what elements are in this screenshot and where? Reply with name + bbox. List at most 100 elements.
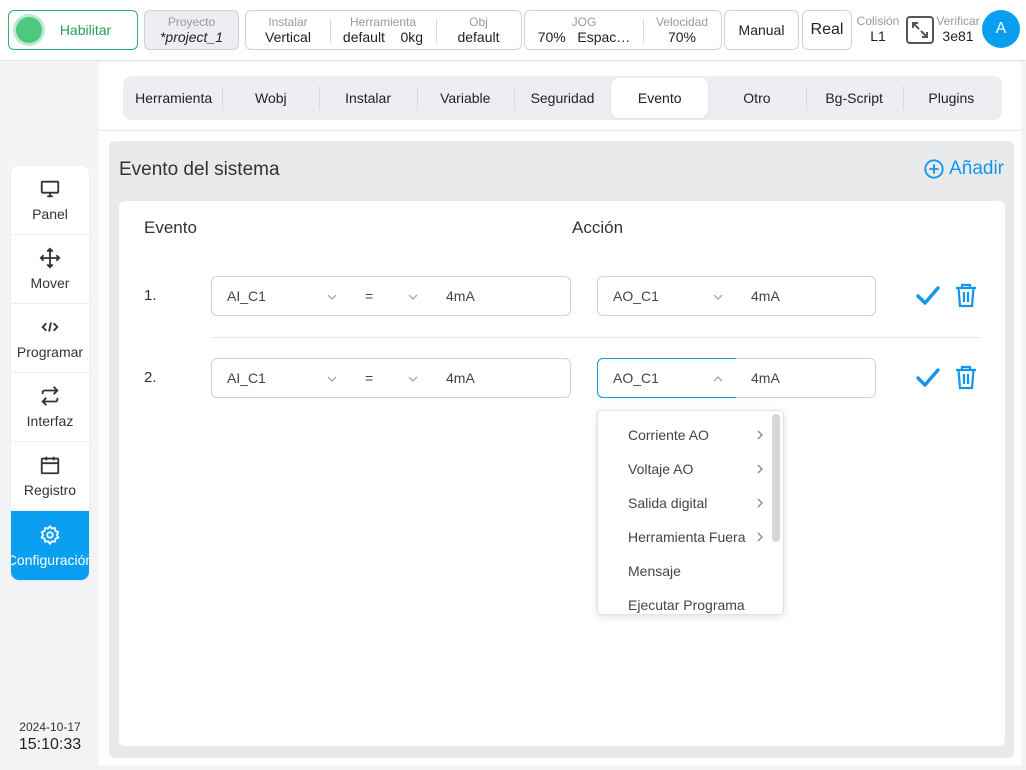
verify-caption: Verificar (936, 14, 980, 28)
tool-value: default 0kg (342, 29, 424, 45)
collision-indicator[interactable]: Colisión L1 (855, 14, 901, 45)
tab-herramienta[interactable]: Herramienta (125, 76, 222, 120)
chevron-down-icon (713, 294, 723, 300)
obj-cell[interactable]: Obj default (436, 11, 521, 49)
tab-otro[interactable]: Otro (708, 76, 805, 120)
event-source-select[interactable]: AI_C1 (211, 276, 351, 316)
speed-cell[interactable]: Velocidad 70% (643, 11, 721, 49)
delete-trash-icon[interactable] (953, 364, 979, 390)
operator-value: = (365, 370, 374, 386)
tab-variable[interactable]: Variable (416, 76, 514, 120)
jog-speed-group[interactable]: JOG 70% Espac… Velocidad 70% (524, 10, 722, 50)
chevron-down-icon (408, 376, 418, 382)
user-avatar[interactable]: A (982, 10, 1020, 48)
speed-value: 70% (667, 29, 697, 45)
project-caption: Proyecto (167, 15, 216, 29)
nav-item-interfaz[interactable]: Interfaz (11, 373, 89, 442)
project-selector[interactable]: Proyecto *project_1 (144, 10, 239, 50)
verify-value: 3e81 (942, 28, 974, 44)
nav-item-mover[interactable]: Mover (11, 235, 89, 304)
row-divider (211, 337, 980, 338)
dropdown-item-mensaje[interactable]: Mensaje (598, 554, 770, 588)
action-target-select[interactable]: AO_C1 (597, 276, 737, 316)
install-caption: Instalar (268, 15, 308, 29)
operator-select[interactable]: = (350, 276, 432, 316)
event-value-input[interactable]: 4mA (431, 358, 571, 398)
collision-value: L1 (870, 28, 886, 44)
tab-bg-script[interactable]: Bg-Script (805, 76, 903, 120)
add-event-button[interactable]: Añadir (923, 158, 1004, 180)
move-arrows-icon (39, 247, 61, 269)
jog-cell[interactable]: JOG 70% Espac… (525, 11, 643, 49)
dropdown-item-label: Ejecutar Programa (628, 597, 745, 613)
action-target-select-open[interactable]: AO_C1 (597, 358, 737, 398)
dropdown-item-voltaje-ao[interactable]: Voltaje AO (598, 452, 770, 486)
nav-label-registro: Registro (23, 482, 77, 498)
nav-item-configuracion[interactable]: Configuración (11, 511, 89, 580)
project-name: *project_1 (159, 29, 224, 45)
tab-evento[interactable]: Evento (611, 78, 709, 118)
jog-value: 70% Espac… (537, 29, 631, 45)
delete-trash-icon[interactable] (953, 282, 979, 308)
settings-tabs: Herramienta Wobj Instalar Variable Segur… (123, 76, 1002, 120)
event-source-select[interactable]: AI_C1 (211, 358, 351, 398)
current-time: 15:10:33 (18, 736, 82, 753)
nav-item-programar[interactable]: Programar (11, 304, 89, 373)
operator-value: = (365, 288, 374, 304)
event-value-input[interactable]: 4mA (431, 276, 571, 316)
dropdown-item-label: Mensaje (628, 563, 681, 579)
chevron-right-icon (757, 498, 763, 508)
install-tool-obj-group[interactable]: Instalar Vertical Herramienta default 0k… (245, 10, 522, 50)
tab-seguridad[interactable]: Seguridad (513, 76, 611, 120)
event-list-card: Evento Acción 1. AI_C1 = 4mA AO_C1 4mA 2… (119, 201, 1005, 746)
clock: 2024-10-17 15:10:33 (8, 720, 92, 754)
event-source-value: AI_C1 (227, 370, 266, 386)
tab-instalar[interactable]: Instalar (319, 76, 416, 120)
nav-item-registro[interactable]: Registro (11, 442, 89, 511)
dropdown-item-herramienta-fuera[interactable]: Herramienta Fuera (598, 520, 770, 554)
tool-cell[interactable]: Herramienta default 0kg (330, 11, 436, 49)
dropdown-item-label: Voltaje AO (628, 461, 694, 477)
real-mode-button[interactable]: Real (802, 10, 852, 50)
panel-title: Evento del sistema (119, 159, 280, 180)
install-cell[interactable]: Instalar Vertical (246, 11, 330, 49)
row-number: 1. (144, 287, 157, 304)
dropdown-item-corriente-ao[interactable]: Corriente AO (598, 418, 770, 452)
fullscreen-icon[interactable] (904, 14, 936, 46)
jog-caption: JOG (571, 15, 597, 29)
tabs-divider (99, 130, 1021, 131)
confirm-check-icon[interactable] (915, 283, 941, 309)
dropdown-item-salida-digital[interactable]: Salida digital (598, 486, 770, 520)
event-source-value: AI_C1 (227, 288, 266, 304)
dropdown-item-ejecutar-programa[interactable]: Ejecutar Programa (598, 588, 770, 614)
enable-button[interactable]: Habilitar (8, 10, 138, 50)
gear-icon (40, 524, 60, 545)
action-value-input[interactable]: 4mA (736, 276, 876, 316)
chevron-right-icon (757, 532, 763, 542)
nav-label-configuracion: Configuración (11, 551, 89, 568)
obj-value: default (457, 29, 500, 45)
dropdown-scrollbar[interactable] (772, 414, 780, 542)
side-navigation: Panel Mover Programar Interfaz Registro … (11, 166, 89, 580)
action-target-dropdown: Corriente AO Voltaje AO Salida digital H… (597, 410, 784, 615)
add-event-label: Añadir (949, 158, 1004, 179)
system-event-panel: Evento del sistema Añadir Evento Acción … (109, 141, 1014, 758)
confirm-check-icon[interactable] (915, 365, 941, 391)
monitor-icon (40, 180, 60, 198)
current-date: 2024-10-17 (19, 720, 81, 734)
chevron-down-icon (408, 294, 418, 300)
tab-wobj[interactable]: Wobj (222, 76, 319, 120)
nav-label-mover: Mover (30, 275, 70, 291)
swap-arrows-icon (41, 386, 59, 406)
dropdown-item-label: Corriente AO (628, 427, 709, 443)
verify-indicator[interactable]: Verificar 3e81 (934, 14, 982, 45)
nav-item-panel[interactable]: Panel (11, 166, 89, 235)
manual-mode-button[interactable]: Manual (724, 10, 799, 50)
action-value-input[interactable]: 4mA (736, 358, 876, 398)
operator-select[interactable]: = (350, 358, 432, 398)
install-value: Vertical (265, 29, 311, 45)
plus-circle-icon (924, 159, 944, 179)
tab-plugins[interactable]: Plugins (902, 76, 1000, 120)
row-number: 2. (144, 369, 157, 386)
action-target-value: AO_C1 (613, 370, 659, 386)
